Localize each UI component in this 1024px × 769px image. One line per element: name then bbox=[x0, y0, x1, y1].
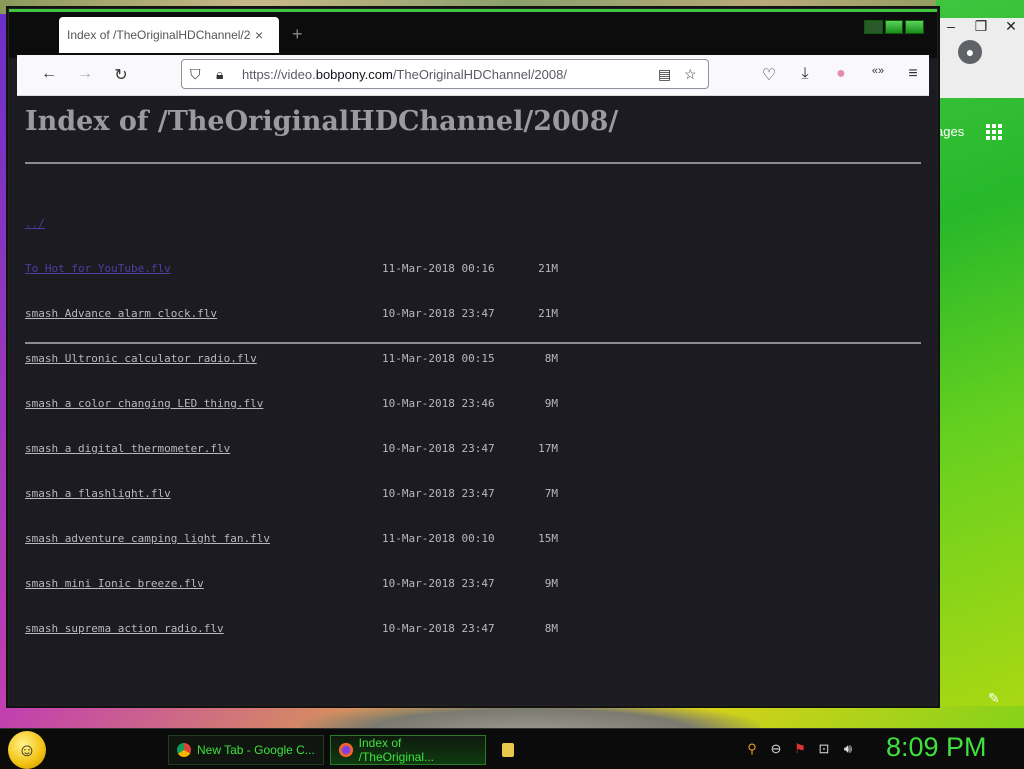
file-size: 9M bbox=[544, 397, 558, 410]
network-icon[interactable]: ⊡ bbox=[816, 741, 832, 757]
tab-close-icon[interactable]: × bbox=[255, 27, 263, 43]
file-size: 8M bbox=[544, 352, 558, 365]
file-date: 10-Mar-2018 23:47 bbox=[382, 487, 495, 500]
list-item: smash suprema action radio.flv 10-Mar-201… bbox=[25, 621, 558, 636]
reload-icon[interactable]: ↻ bbox=[111, 65, 131, 85]
restore-icon[interactable]: ❐ bbox=[972, 18, 990, 35]
file-date: 10-Mar-2018 23:47 bbox=[382, 442, 495, 455]
menu-icon[interactable]: ≡ bbox=[903, 65, 923, 83]
firefox-window: Index of /TheOriginalHDChannel/2008/ × +… bbox=[8, 8, 938, 706]
file-link[interactable]: smash Advance alarm clock.flv bbox=[25, 307, 217, 320]
divider-bottom bbox=[25, 342, 921, 344]
file-link[interactable]: smash a flashlight.flv bbox=[25, 487, 171, 500]
file-link[interactable]: smash mini Ionic breeze.flv bbox=[25, 577, 204, 590]
reader-view-icon[interactable]: ▤ bbox=[658, 66, 671, 83]
chrome-window-background bbox=[936, 0, 1024, 706]
window-meter-widget bbox=[864, 20, 925, 34]
firefox-icon bbox=[339, 743, 353, 757]
list-item: smash mini Ionic breeze.flv 10-Mar-2018 2… bbox=[25, 576, 558, 591]
firefox-navigation-toolbar: ← → ↻ ⛉ 🔒︎ https://video.bobpony.com/The… bbox=[17, 55, 929, 96]
file-size: 21M bbox=[538, 262, 558, 275]
file-size: 17M bbox=[538, 442, 558, 455]
file-listing: ../ To Hot for YouTube.flv 11-Mar-2018 00… bbox=[25, 186, 558, 666]
file-link[interactable]: To Hot for YouTube.flv bbox=[25, 262, 171, 275]
list-item: smash a digital thermometer.flv 10-Mar-20… bbox=[25, 441, 558, 456]
taskbar-item-chrome[interactable]: New Tab - Google C... bbox=[168, 735, 324, 765]
file-date: 10-Mar-2018 23:47 bbox=[382, 622, 495, 635]
chrome-icon bbox=[177, 743, 191, 757]
file-date: 10-Mar-2018 23:46 bbox=[382, 397, 495, 410]
file-size: 8M bbox=[544, 622, 558, 635]
file-date: 11-Mar-2018 00:16 bbox=[382, 262, 495, 275]
pride-flag-icon[interactable]: ● bbox=[831, 65, 851, 83]
file-link[interactable]: smash suprema action radio.flv bbox=[25, 622, 224, 635]
file-date: 10-Mar-2018 23:47 bbox=[382, 577, 495, 590]
folder-icon bbox=[502, 743, 514, 757]
file-date: 10-Mar-2018 23:47 bbox=[382, 307, 495, 320]
page-content: Index of /TheOriginalHDChannel/2008/ ../… bbox=[17, 96, 929, 698]
new-tab-button[interactable]: + bbox=[292, 24, 303, 45]
volume-icon[interactable]: 🔊︎ bbox=[840, 741, 856, 757]
file-size: 7M bbox=[544, 487, 558, 500]
tab-title: Index of /TheOriginalHDChannel/2008/ bbox=[67, 28, 251, 42]
search-icon[interactable]: ⚲ bbox=[744, 741, 760, 757]
system-tray: ⚲ ⊖ ⚑ ⊡ 🔊︎ bbox=[744, 741, 856, 757]
page-title: Index of /TheOriginalHDChannel/2008/ bbox=[25, 106, 619, 137]
address-bar[interactable]: ⛉ 🔒︎ https://video.bobpony.com/TheOrigin… bbox=[181, 59, 709, 89]
minimize-icon[interactable]: – bbox=[942, 18, 960, 35]
close-icon[interactable]: ✕ bbox=[1002, 18, 1020, 35]
file-link[interactable]: smash a color changing LED thing.flv bbox=[25, 397, 263, 410]
file-date: 11-Mar-2018 00:15 bbox=[382, 352, 495, 365]
forward-icon[interactable]: → bbox=[75, 65, 95, 83]
chrome-customize-pencil-icon[interactable]: ✎ bbox=[988, 690, 1000, 707]
chrome-apps-grid-icon[interactable] bbox=[986, 124, 1002, 140]
file-size: 21M bbox=[538, 307, 558, 320]
list-item: smash a color changing LED thing.flv 10-M… bbox=[25, 396, 558, 411]
download-icon[interactable]: ⤓ bbox=[795, 65, 815, 83]
back-icon[interactable]: ← bbox=[39, 65, 59, 83]
parent-directory-link[interactable]: ../ bbox=[25, 216, 45, 231]
list-item: smash a flashlight.flv 10-Mar-2018 23:47 7… bbox=[25, 486, 558, 501]
chrome-images-link[interactable]: ages bbox=[936, 124, 964, 139]
bookmark-star-icon[interactable]: ☆ bbox=[684, 66, 697, 83]
chrome-window-controls: – ❐ ✕ bbox=[942, 18, 1020, 35]
extension-icon[interactable]: «» bbox=[868, 65, 888, 77]
list-item: smash Ultronic calculator radio.flv 11-Ma… bbox=[25, 351, 558, 366]
lock-icon[interactable]: 🔒︎ bbox=[216, 66, 223, 83]
file-size: 9M bbox=[544, 577, 558, 590]
taskbar: ☺ New Tab - Google C... Index of /TheOri… bbox=[0, 728, 1024, 769]
file-link[interactable]: smash a digital thermometer.flv bbox=[25, 442, 230, 455]
taskbar-item-label: Index of /TheOriginal... bbox=[358, 736, 435, 764]
list-item: smash Advance alarm clock.flv 10-Mar-2018… bbox=[25, 306, 558, 321]
chrome-profile-avatar-icon[interactable]: ● bbox=[958, 40, 982, 64]
taskbar-item-label: New Tab - Google C... bbox=[197, 743, 315, 757]
list-item: smash adventure camping light fan.flv 11-… bbox=[25, 531, 558, 546]
status-icon[interactable]: ⊖ bbox=[768, 741, 784, 757]
start-button-smiley-icon[interactable]: ☺ bbox=[8, 731, 46, 769]
pocket-icon[interactable]: ♡ bbox=[759, 65, 779, 85]
file-date: 11-Mar-2018 00:10 bbox=[382, 532, 495, 545]
taskbar-item-folder[interactable] bbox=[496, 735, 526, 765]
taskbar-item-firefox[interactable]: Index of /TheOriginal... bbox=[330, 735, 486, 765]
list-item: To Hot for YouTube.flv 11-Mar-2018 00:16 2… bbox=[25, 261, 558, 276]
action-center-flag-icon[interactable]: ⚑ bbox=[792, 741, 808, 757]
file-link[interactable]: smash adventure camping light fan.flv bbox=[25, 532, 270, 545]
url-text[interactable]: https://video.bobpony.com/TheOriginalHDC… bbox=[242, 67, 567, 82]
taskbar-clock[interactable]: 8:09 PM bbox=[886, 732, 987, 763]
shield-icon[interactable]: ⛉ bbox=[190, 66, 201, 83]
divider-top bbox=[25, 162, 921, 164]
file-link[interactable]: smash Ultronic calculator radio.flv bbox=[25, 352, 257, 365]
firefox-titlebar: Index of /TheOriginalHDChannel/2008/ × + bbox=[9, 9, 937, 58]
file-size: 15M bbox=[538, 532, 558, 545]
firefox-tab[interactable]: Index of /TheOriginalHDChannel/2008/ × bbox=[59, 17, 279, 53]
